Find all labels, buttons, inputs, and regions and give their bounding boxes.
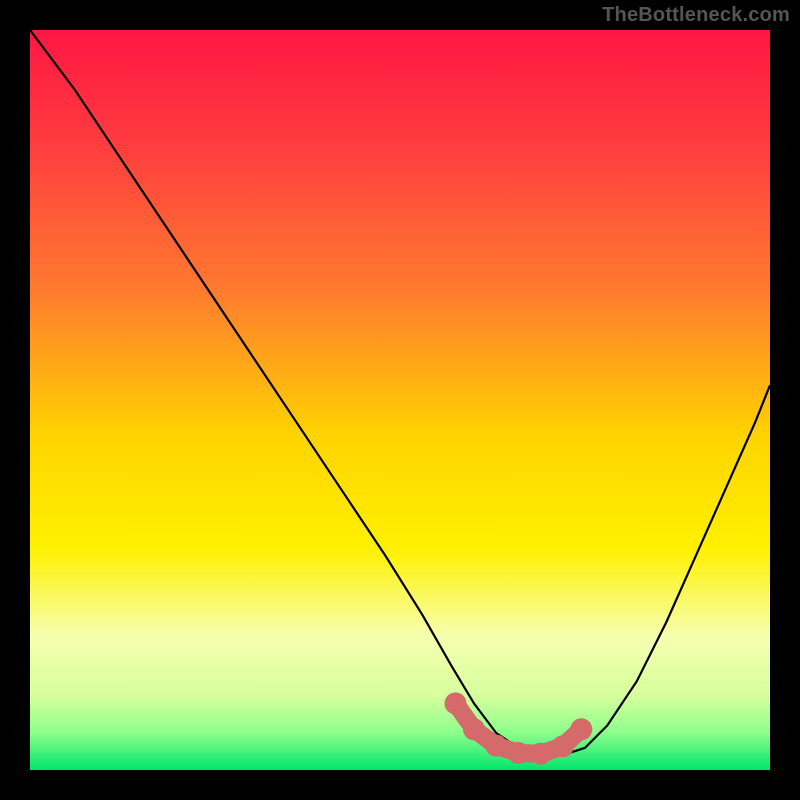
chart-stage: TheBottleneck.com: [0, 0, 800, 800]
sweet-spot-node: [530, 743, 552, 765]
chart-svg: [30, 30, 770, 770]
watermark-text: TheBottleneck.com: [602, 4, 790, 27]
sweet-spot-node: [507, 742, 529, 764]
sweet-spot-node: [463, 718, 485, 740]
sweet-spot-node: [552, 735, 574, 757]
sweet-spot-node: [485, 735, 507, 757]
gradient-background: [30, 30, 770, 770]
sweet-spot-node: [445, 692, 467, 714]
sweet-spot-node: [570, 718, 592, 740]
plot-area: [30, 30, 770, 770]
